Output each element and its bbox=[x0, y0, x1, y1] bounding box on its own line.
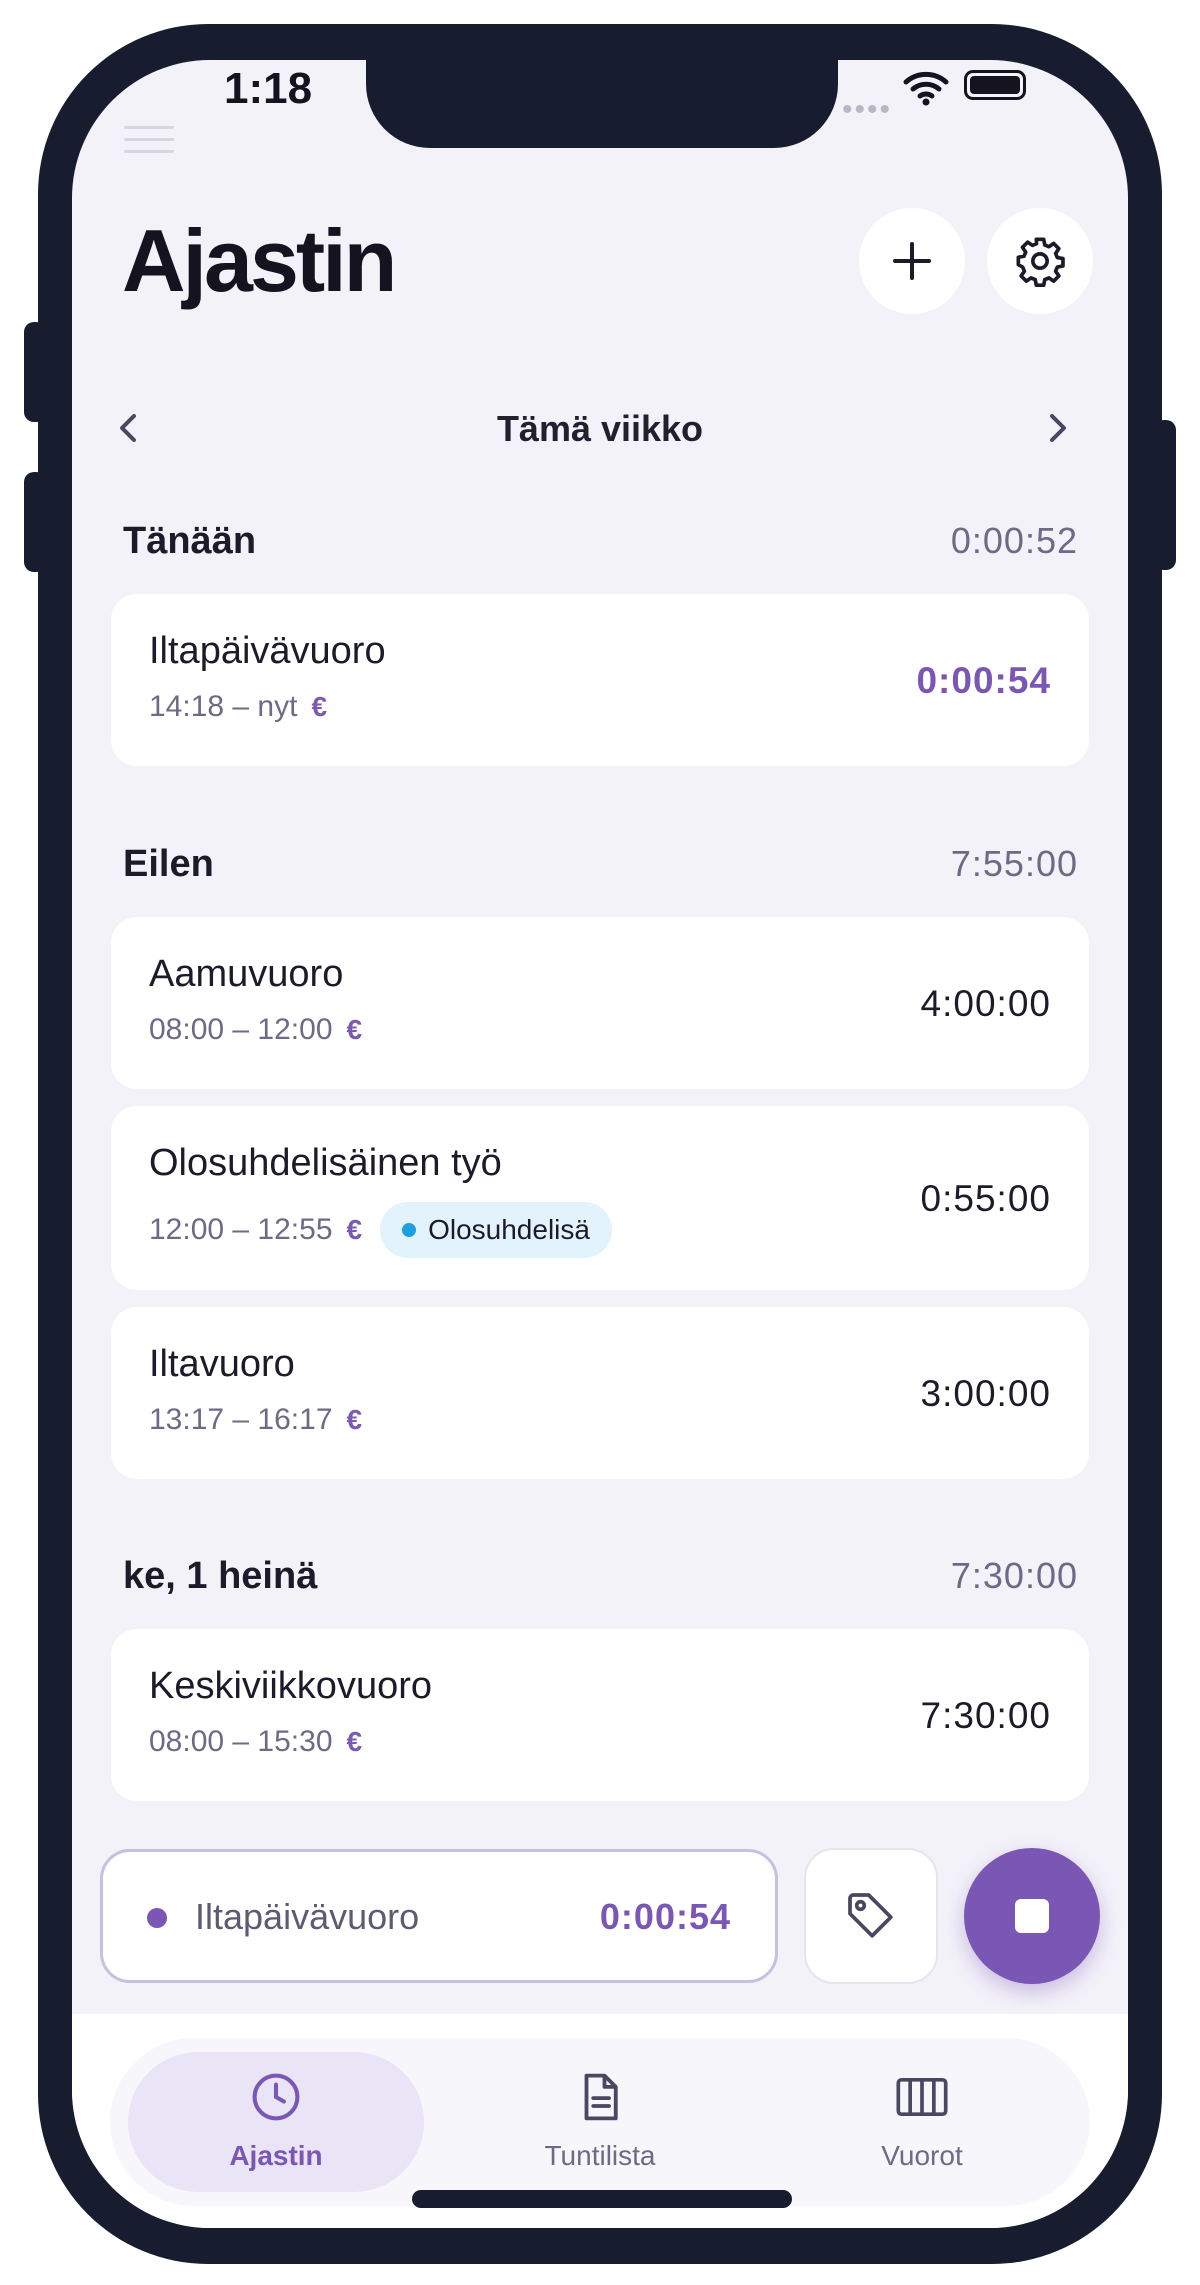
volume-down-button bbox=[24, 472, 46, 572]
plus-icon bbox=[893, 242, 931, 280]
euro-icon: € bbox=[346, 1726, 363, 1757]
tab-label: Vuorot bbox=[881, 2140, 963, 2171]
section-total: 7:30:00 bbox=[950, 1555, 1078, 1596]
tab-tuntilista[interactable]: Tuntilista bbox=[454, 2052, 746, 2192]
battery-icon bbox=[964, 70, 1026, 100]
tag-button[interactable] bbox=[804, 1848, 938, 1984]
status-time: 1:18 bbox=[224, 64, 313, 113]
section-title: Eilen bbox=[123, 843, 214, 885]
euro-icon: € bbox=[346, 1214, 363, 1245]
entry-time-range: 12:00 – 12:55 bbox=[149, 1213, 333, 1246]
entry-duration: 4:00:00 bbox=[920, 983, 1051, 1024]
wifi-icon bbox=[902, 68, 950, 111]
section-title: ke, 1 heinä bbox=[123, 1555, 318, 1597]
entry-card[interactable]: Iltapäivävuoro 14:18 – nyt € 0:00:54 bbox=[111, 594, 1089, 766]
tag-icon bbox=[848, 1893, 893, 1938]
section-total: 0:00:52 bbox=[950, 520, 1078, 561]
entry-meta: 12:00 – 12:55 € Olosuhdelisä bbox=[149, 1202, 612, 1258]
tag-label: Olosuhdelisä bbox=[428, 1214, 590, 1245]
running-timer-elapsed: 0:00:54 bbox=[599, 1896, 731, 1937]
tag-dot bbox=[402, 1223, 417, 1237]
tab-vuorot[interactable]: Vuorot bbox=[776, 2052, 1068, 2192]
notch bbox=[366, 60, 838, 148]
entry-name: Olosuhdelisäinen työ bbox=[149, 1142, 502, 1184]
entry-card[interactable]: Aamuvuoro 08:00 – 12:00 € 4:00:00 bbox=[111, 917, 1089, 1089]
entry-time-range: 08:00 – 12:00 bbox=[149, 1013, 333, 1046]
entry-name: Aamuvuoro bbox=[149, 953, 344, 995]
tag-badge[interactable]: Olosuhdelisä bbox=[380, 1202, 612, 1258]
running-timer-name: Iltapäivävuoro bbox=[195, 1896, 420, 1937]
gear-icon bbox=[1016, 237, 1065, 287]
document-icon bbox=[584, 2073, 618, 2121]
home-indicator bbox=[412, 2190, 792, 2208]
chevron-right-icon bbox=[1050, 414, 1066, 442]
entry-card[interactable]: Keskiviikkovuoro 08:00 – 15:30 € 7:30:00 bbox=[111, 1629, 1089, 1801]
running-timer[interactable]: Iltapäivävuoro 0:00:54 bbox=[100, 1849, 778, 1983]
entry-duration: 0:55:00 bbox=[920, 1178, 1051, 1219]
euro-icon: € bbox=[346, 1014, 363, 1045]
entry-name: Iltavuoro bbox=[149, 1343, 295, 1385]
signal-dots: •••• bbox=[842, 93, 893, 126]
entry-meta: 08:00 – 15:30 € bbox=[149, 1725, 362, 1759]
section-title: Tänään bbox=[123, 520, 257, 562]
week-label: Tämä viikko bbox=[496, 408, 704, 449]
tab-bar: Ajastin Tuntilista Vuorot bbox=[110, 2038, 1090, 2206]
entry-meta: 14:18 – nyt € bbox=[149, 690, 327, 724]
entry-duration: 0:00:54 bbox=[916, 660, 1051, 701]
entry-name: Keskiviikkovuoro bbox=[149, 1665, 432, 1707]
week-navigator: Tämä viikko bbox=[72, 390, 1128, 470]
columns-icon bbox=[896, 2077, 948, 2117]
entry-duration: 7:30:00 bbox=[920, 1695, 1051, 1736]
euro-icon: € bbox=[346, 1404, 363, 1435]
entry-time-range: 13:17 – 16:17 bbox=[149, 1403, 333, 1436]
tab-ajastin[interactable]: Ajastin bbox=[128, 2052, 424, 2192]
stop-timer-button[interactable] bbox=[964, 1848, 1100, 1984]
tab-label: Ajastin bbox=[229, 2140, 323, 2171]
power-button bbox=[1154, 420, 1176, 570]
settings-button[interactable] bbox=[987, 208, 1093, 314]
page-title: Ajastin bbox=[122, 211, 397, 310]
entry-card[interactable]: Iltavuoro 13:17 – 16:17 € 3:00:00 bbox=[111, 1307, 1089, 1479]
running-dot bbox=[147, 1908, 167, 1928]
entry-time-range: 14:18 – nyt bbox=[149, 690, 298, 723]
entry-meta: 08:00 – 12:00 € bbox=[149, 1013, 362, 1047]
add-button[interactable] bbox=[859, 208, 965, 314]
section-total: 7:55:00 bbox=[950, 843, 1078, 884]
entry-duration: 3:00:00 bbox=[920, 1373, 1051, 1414]
entry-name: Iltapäivävuoro bbox=[149, 630, 386, 672]
tab-label: Tuntilista bbox=[544, 2140, 656, 2171]
entry-card[interactable]: Olosuhdelisäinen työ 12:00 – 12:55 € Olo… bbox=[111, 1106, 1089, 1290]
menu-icon[interactable] bbox=[124, 122, 174, 163]
stop-icon bbox=[1015, 1899, 1049, 1933]
volume-up-button bbox=[24, 322, 46, 422]
phone-screen: 1:18 •••• Ajastin Tämä viikko Tänään 0:0… bbox=[72, 60, 1128, 2228]
euro-icon: € bbox=[311, 691, 328, 722]
clock-icon bbox=[252, 2073, 300, 2121]
entry-time-range: 08:00 – 15:30 bbox=[149, 1725, 333, 1758]
next-week-button[interactable] bbox=[1042, 408, 1072, 453]
entry-meta: 13:17 – 16:17 € bbox=[149, 1403, 362, 1437]
